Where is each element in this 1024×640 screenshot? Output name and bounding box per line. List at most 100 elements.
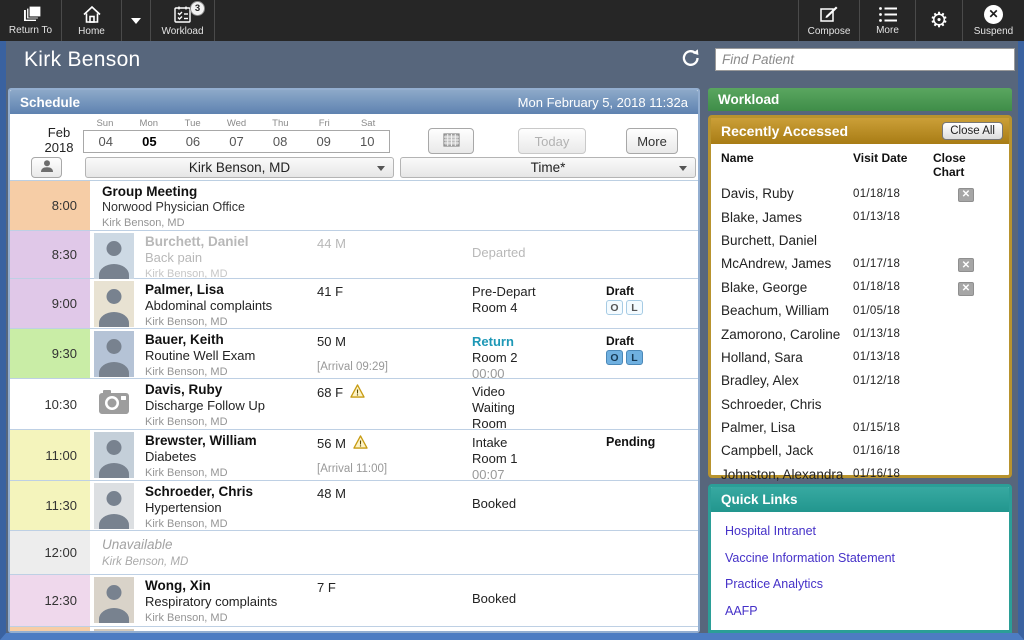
recent-patient-row[interactable]: Campbell, Jack 01/16/18 xyxy=(711,439,1009,462)
schedule-row[interactable]: 9:30 Bauer, Keith Routine Well Exam Kirk… xyxy=(10,329,698,379)
day-strip: 04050607080910 xyxy=(83,130,390,153)
patient-name: Schroeder, Chris xyxy=(145,481,317,499)
schedule-panel: Schedule Mon February 5, 2018 11:32a Feb… xyxy=(8,88,700,633)
recent-patient-row[interactable]: Blake, James 01/13/18 xyxy=(711,205,1009,228)
refresh-button[interactable] xyxy=(680,47,702,72)
visit-reason: Discharge Follow Up xyxy=(145,398,317,413)
draft-label: Draft xyxy=(606,284,698,298)
quick-link[interactable]: CDC xyxy=(725,630,1009,633)
schedule-row[interactable]: 8:00 Group Meeting Norwood Physician Off… xyxy=(10,181,698,231)
day-number[interactable]: 04 xyxy=(84,131,128,152)
schedule-row[interactable]: 12:00 Unavailable Kirk Benson, MD xyxy=(10,531,698,575)
close-chart-button[interactable]: ✕ xyxy=(958,258,974,272)
slot-time: 11:30 xyxy=(10,481,90,530)
provider-name: Kirk Benson, MD xyxy=(145,316,317,328)
patient-name: Bauer, Keith xyxy=(145,329,317,347)
settings-gear-button[interactable]: ⚙ xyxy=(916,0,963,41)
provider-dropdown[interactable]: Kirk Benson, MD xyxy=(85,157,394,178)
more-menu-button[interactable]: More xyxy=(860,0,916,41)
more-label: More xyxy=(876,25,899,36)
schedule-row[interactable]: 12:30 Wong, Xin Respiratory complaints K… xyxy=(10,575,698,627)
schedule-row[interactable]: 9:00 Palmer, Lisa Abdominal complaints K… xyxy=(10,279,698,329)
recent-patient-row[interactable]: Holland, Sara 01/13/18 xyxy=(711,346,1009,369)
close-chart-button[interactable]: ✕ xyxy=(958,282,974,296)
draft-badge[interactable]: O xyxy=(606,300,623,315)
quick-link[interactable]: Practice Analytics xyxy=(725,577,1009,591)
provider-person-button[interactable] xyxy=(31,157,62,178)
avatar-cell xyxy=(90,430,137,480)
recent-patient-row[interactable]: Bradley, Alex 01/12/18 xyxy=(711,369,1009,392)
schedule-header: Schedule Mon February 5, 2018 11:32a xyxy=(10,90,698,114)
day-name: Mon xyxy=(127,118,171,129)
slot-time: 10:30 xyxy=(10,379,90,429)
quick-links-title: Quick Links xyxy=(721,492,798,507)
draft-badge[interactable]: L xyxy=(626,300,643,315)
schedule-row[interactable]: 8:30 Burchett, Daniel Back pain Kirk Ben… xyxy=(10,231,698,279)
home-dropdown-caret[interactable] xyxy=(122,0,151,41)
recently-accessed-list: Davis, Ruby 01/18/18 ✕ Blake, James 01/1… xyxy=(711,182,1009,486)
suspend-button[interactable]: ✕ Suspend xyxy=(963,0,1024,41)
schedule-row[interactable]: 10:30 Davis, Ruby Discharge Follow Up Ki… xyxy=(10,379,698,430)
day-number[interactable]: 05 xyxy=(128,131,172,152)
schedule-row[interactable]: 11:00 Brewster, William Diabetes Kirk Be… xyxy=(10,430,698,481)
calendar-icon xyxy=(443,133,460,150)
return-to-button[interactable]: Return To xyxy=(0,0,62,41)
close-chart-button[interactable]: ✕ xyxy=(958,188,974,202)
arrival-time: [Arrival 09:29] xyxy=(317,361,472,373)
recent-patient-row[interactable]: Burchett, Daniel xyxy=(711,229,1009,252)
provider-dropdown-value: Kirk Benson, MD xyxy=(189,160,290,175)
avatar-cell xyxy=(90,627,137,631)
recent-patient-name: Bradley, Alex xyxy=(721,373,853,388)
provider-name: Kirk Benson, MD xyxy=(145,612,317,624)
today-button[interactable]: Today xyxy=(518,128,586,154)
recent-visit-date: 01/13/18 xyxy=(853,211,933,223)
provider-name: Kirk Benson, MD xyxy=(102,556,188,568)
provider-name: Kirk Benson, MD xyxy=(145,366,317,378)
close-all-button[interactable]: Close All xyxy=(942,122,1003,140)
schedule-row[interactable]: 11:30 Schroeder, Chris Hypertension Kirk… xyxy=(10,481,698,531)
recent-patient-name: Zamorono, Caroline xyxy=(721,327,853,342)
appointment-status: Booked xyxy=(472,591,602,606)
day-number[interactable]: 08 xyxy=(258,131,302,152)
recent-patient-row[interactable]: Beachum, William 01/05/18 xyxy=(711,299,1009,322)
patient-photo xyxy=(94,331,134,377)
recent-patient-row[interactable]: Johnston, Alexandra 01/16/18 xyxy=(711,463,1009,486)
day-number[interactable]: 09 xyxy=(302,131,346,152)
status-flag: Pending xyxy=(606,435,698,449)
workload-button[interactable]: Workload 3 xyxy=(151,0,215,41)
event-location: Norwood Physician Office xyxy=(102,200,245,214)
slot-time xyxy=(10,627,90,631)
home-button[interactable]: Home xyxy=(62,0,122,41)
recent-patient-row[interactable]: McAndrew, James 01/17/18 ✕ xyxy=(711,252,1009,275)
recent-patient-row[interactable]: Zamorono, Caroline 01/13/18 xyxy=(711,322,1009,345)
refresh-icon xyxy=(680,57,702,72)
compose-button[interactable]: Compose xyxy=(798,0,860,41)
draft-badge[interactable]: O xyxy=(606,350,623,365)
time-dropdown[interactable]: Time* xyxy=(400,157,696,178)
workload-panel-header[interactable]: Workload xyxy=(708,88,1012,111)
appointment-status: Room 1 xyxy=(472,451,602,466)
draft-badge[interactable]: L xyxy=(626,350,643,365)
day-name: Wed xyxy=(215,118,259,129)
age-sex: 50 M xyxy=(317,334,472,349)
recent-patient-row[interactable]: Blake, George 01/18/18 ✕ xyxy=(711,276,1009,299)
recent-visit-date: 01/17/18 xyxy=(853,258,933,270)
patient-photo xyxy=(94,281,134,327)
day-number[interactable]: 10 xyxy=(345,131,389,152)
quick-link[interactable]: AAFP xyxy=(725,604,1009,618)
recent-patient-row[interactable]: Davis, Ruby 01/18/18 ✕ xyxy=(711,182,1009,205)
return-to-label: Return To xyxy=(9,25,52,36)
recent-patient-row[interactable]: Schroeder, Chris xyxy=(711,393,1009,416)
calendar-button[interactable] xyxy=(428,128,474,154)
schedule-row[interactable]: Buchanan, Caroline 73 F! xyxy=(10,627,698,631)
recent-patient-row[interactable]: Palmer, Lisa 01/15/18 xyxy=(711,416,1009,439)
quick-link[interactable]: Vaccine Information Statement xyxy=(725,551,1009,565)
quick-link[interactable]: Hospital Intranet xyxy=(725,524,1009,538)
day-number[interactable]: 07 xyxy=(215,131,259,152)
day-number[interactable]: 06 xyxy=(171,131,215,152)
find-patient-input[interactable] xyxy=(715,48,1015,71)
schedule-more-button[interactable]: More xyxy=(626,128,678,154)
column-visit-date: Visit Date xyxy=(853,151,933,179)
recent-visit-date: 01/15/18 xyxy=(853,422,933,434)
workload-panel-title: Workload xyxy=(718,92,779,107)
